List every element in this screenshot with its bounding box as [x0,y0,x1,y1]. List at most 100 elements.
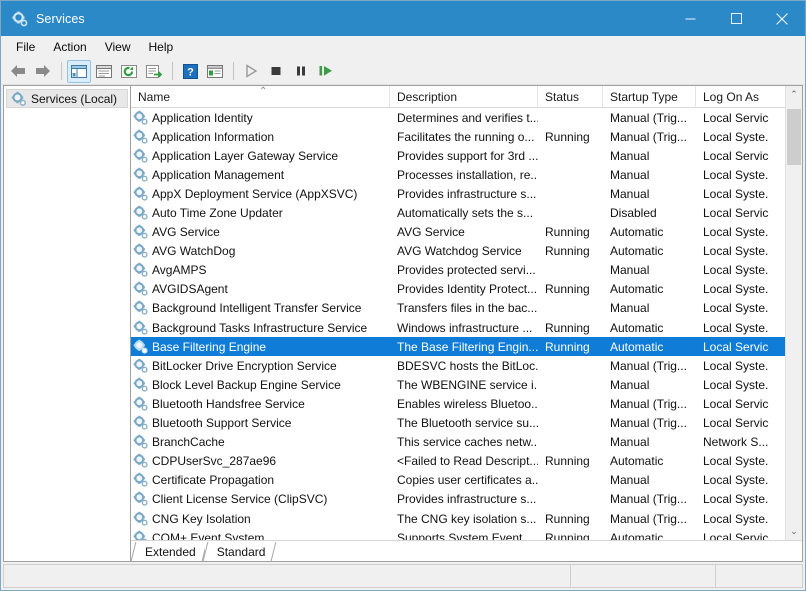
scroll-down-button[interactable]: ⌄ [786,523,802,540]
menu-view[interactable]: View [96,38,140,57]
status-pane-tertiary [716,565,802,587]
table-row[interactable]: Application Layer Gateway Service Provide… [131,146,785,165]
restart-service-button[interactable] [314,60,338,83]
cell-name: CNG Key Isolation [131,509,390,528]
column-header-description[interactable]: Description [390,86,538,107]
cell-logon: Local Syste... [703,225,769,240]
cell-status: Running [545,339,590,354]
services-list: Name ⌃ Description Status Startup Type L… [131,86,802,540]
back-button[interactable] [6,60,30,83]
table-row[interactable]: Application Information Facilitates the r… [131,127,785,146]
properties-button[interactable] [92,60,116,83]
tab-extended-label: Extended [145,544,196,559]
cell-name: AvgAMPS [131,261,390,280]
cell-description: Provides support for 3rd ... [397,148,538,163]
table-row[interactable]: AVGIDSAgent Provides Identity Protect... R… [131,280,785,299]
table-row[interactable]: CDPUserSvc_287ae96 <Failed to Read Descri… [131,452,785,471]
table-row[interactable]: Application Management Processes installa… [131,165,785,184]
help-button[interactable]: ? [178,60,202,83]
table-row[interactable]: AVG WatchDog AVG Watchdog Service Running A… [131,242,785,261]
cell-name-label: BranchCache [152,435,225,450]
cell-description: Automatically sets the s... [397,206,534,221]
services-gear-icon [133,358,149,374]
cell-name: Block Level Backup Engine Service [131,375,390,394]
sidebar-item-services-local[interactable]: Services (Local) [6,89,128,108]
column-header-log-on-as[interactable]: Log On As [696,86,769,107]
view-options-button[interactable] [203,60,227,83]
table-row[interactable]: Background Tasks Infrastructure Service W… [131,318,785,337]
table-row[interactable]: AppX Deployment Service (AppXSVC) Provide… [131,184,785,203]
cell-description: The WBENGINE service i... [397,377,538,392]
cell-status [538,433,603,452]
cell-startup: Manual (Trig... [610,396,687,411]
table-row[interactable]: COM+ Event System Supports System Event .… [131,528,785,540]
scrollbar-thumb[interactable] [787,109,801,165]
table-row[interactable]: CNG Key Isolation The CNG key isolation s… [131,509,785,528]
column-header-status[interactable]: Status [538,86,603,107]
table-row[interactable]: AVG Service AVG Service Running Automatic Lo… [131,223,785,242]
table-row[interactable]: Client License Service (ClipSVC) Provides… [131,490,785,509]
scrollbar-track[interactable] [786,103,802,523]
cell-logon: Local Syste... [703,511,769,526]
table-row[interactable]: AvgAMPS Provides protected servi... Manual… [131,261,785,280]
services-gear-icon [133,320,149,336]
toolbar: ? [1,58,805,85]
cell-description: Transfers files in the bac... [397,301,538,316]
cell-status: Running [545,225,590,240]
forward-button[interactable] [31,60,55,83]
tab-standard-label: Standard [216,544,266,559]
cell-name-label: Application Identity [152,110,253,125]
details-pane: Name ⌃ Description Status Startup Type L… [130,85,803,562]
cell-status [538,146,603,165]
cell-name-label: Application Layer Gateway Service [152,148,339,163]
table-row[interactable]: Bluetooth Support Service The Bluetooth s… [131,414,785,433]
table-row[interactable]: Background Intelligent Transfer Service T… [131,299,785,318]
tab-extended[interactable]: Extended [133,542,205,561]
services-gear-icon [133,491,149,507]
column-header-name[interactable]: Name ⌃ [131,86,390,107]
cell-status [538,375,603,394]
export-list-button[interactable] [142,60,166,83]
window-controls [667,1,805,36]
table-row[interactable]: Certificate Propagation Copies user certi… [131,471,785,490]
cell-startup: Automatic [610,282,664,297]
pause-service-button[interactable] [289,60,313,83]
console-tree-button[interactable] [67,59,91,83]
table-row[interactable]: Auto Time Zone Updater Automatically sets… [131,203,785,222]
cell-name-label: CDPUserSvc_287ae96 [152,454,277,469]
cell-description: Enables wireless Bluetoo... [397,396,538,411]
table-row[interactable]: BitLocker Drive Encryption Service BDESVC… [131,356,785,375]
cell-description: Provides infrastructure s... [397,492,537,507]
cell-startup: Manual [610,186,650,201]
services-gear-icon [133,281,149,297]
tab-standard[interactable]: Standard [204,542,275,561]
menu-file[interactable]: File [7,38,44,57]
menu-help[interactable]: Help [140,38,183,57]
menu-action[interactable]: Action [44,38,95,57]
services-gear-icon [11,91,27,107]
cell-startup: Manual [610,473,650,488]
table-row[interactable]: Base Filtering Engine The Base Filtering … [131,337,785,357]
close-button[interactable] [759,1,805,36]
vertical-scrollbar[interactable]: ⌃ ⌄ [785,86,802,540]
table-row[interactable]: Application Identity Determines and verif… [131,108,785,127]
cell-status [538,490,603,509]
cell-name: Application Management [131,165,390,184]
maximize-button[interactable] [713,1,759,36]
main-body: Services (Local) Name ⌃ Description Stat… [1,85,805,562]
table-row[interactable]: Block Level Backup Engine Service The WBE… [131,375,785,394]
services-gear-icon [133,205,149,221]
column-header-status-label: Status [545,89,580,104]
stop-service-button[interactable] [264,60,288,83]
table-row[interactable]: Bluetooth Handsfree Service Enables wirel… [131,394,785,413]
minimize-button[interactable] [667,1,713,36]
start-service-button[interactable] [239,60,263,83]
table-row[interactable]: BranchCache This service caches netw... Ma… [131,433,785,452]
column-header-startup-type[interactable]: Startup Type [603,86,696,107]
scroll-up-button[interactable]: ⌃ [786,86,802,103]
refresh-button[interactable] [117,60,141,83]
cell-name: COM+ Event System [131,528,390,540]
cell-name-label: AVG WatchDog [152,244,236,259]
cell-logon: Local Syste... [703,454,769,469]
cell-startup: Manual (Trig... [610,492,687,507]
